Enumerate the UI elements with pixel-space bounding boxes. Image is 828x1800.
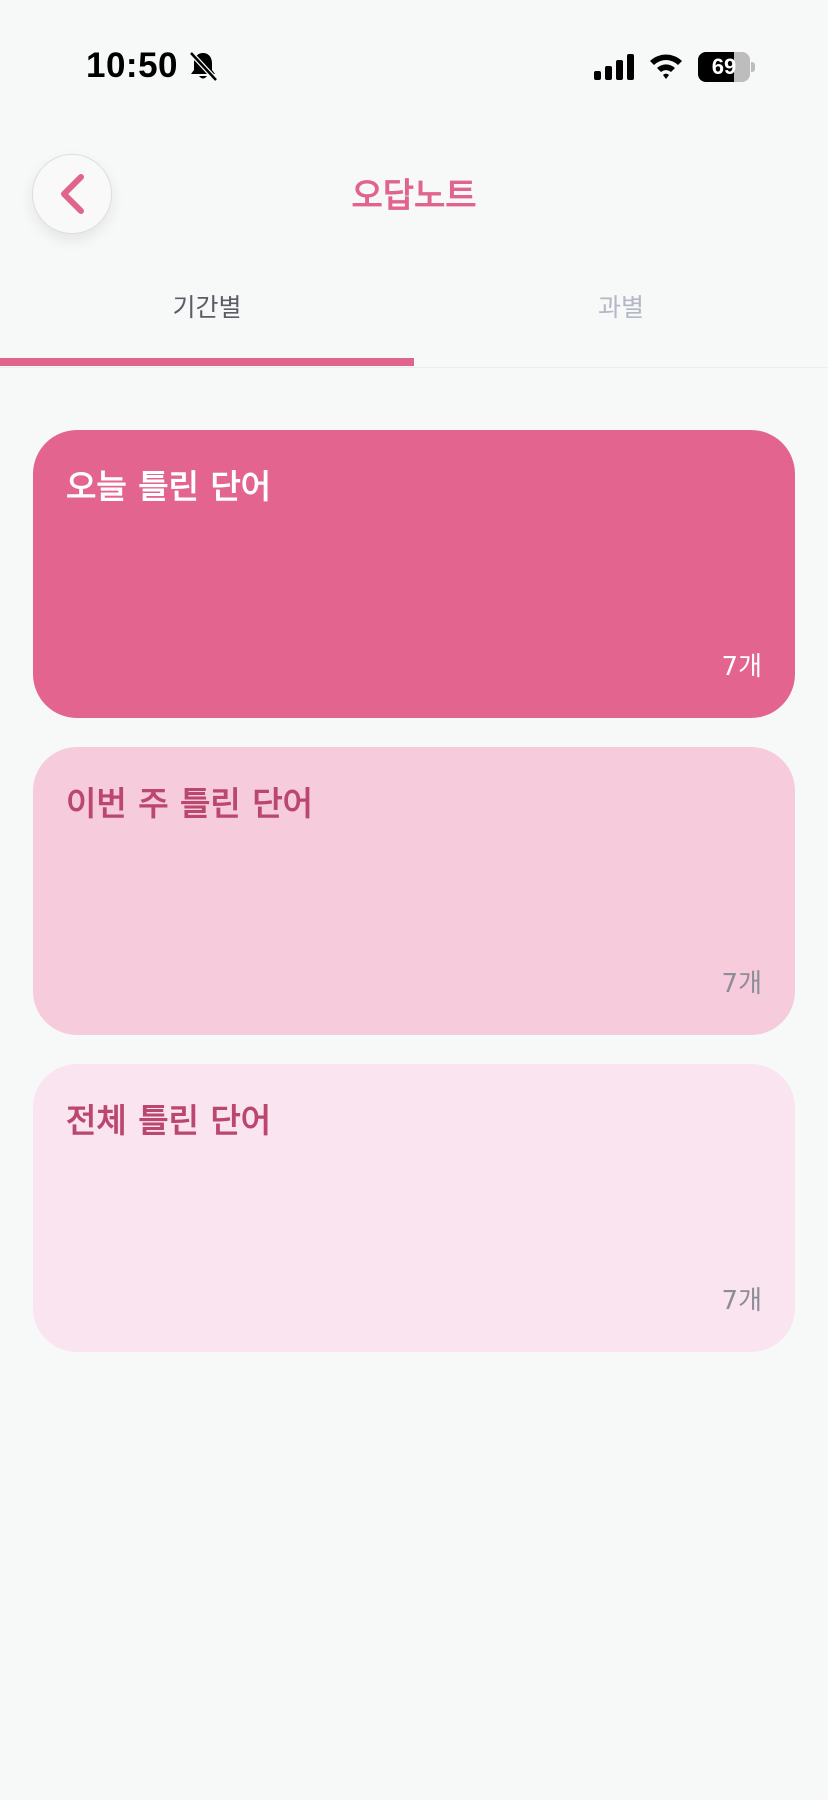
tab-period[interactable]: 기간별 <box>0 280 414 368</box>
card-title: 전체 틀린 단어 <box>66 1101 272 1140</box>
bell-slash-icon <box>189 51 218 82</box>
card-all-wrong-words[interactable]: 전체 틀린 단어 7개 <box>33 1064 795 1352</box>
wifi-icon <box>650 54 682 79</box>
tab-bar: 기간별 과별 <box>0 280 828 368</box>
page-title: 오답노트 <box>351 176 477 216</box>
tab-subject[interactable]: 과별 <box>414 280 828 368</box>
battery-nub <box>751 62 755 72</box>
status-bar: 10:50 69 <box>0 0 828 134</box>
card-today-wrong-words[interactable]: 오늘 틀린 단어 7개 <box>33 430 795 718</box>
card-count: 7개 <box>721 652 762 682</box>
card-title: 오늘 틀린 단어 <box>66 467 272 506</box>
battery-body: 69 <box>698 52 750 82</box>
battery-icon: 69 <box>698 52 756 82</box>
card-week-wrong-words[interactable]: 이번 주 틀린 단어 7개 <box>33 747 795 1035</box>
status-time: 10:50 <box>86 46 179 85</box>
card-count: 7개 <box>721 1286 762 1316</box>
card-count: 7개 <box>721 969 762 999</box>
tab-indicator <box>0 358 414 366</box>
battery-level: 69 <box>711 54 737 79</box>
screen: 10:50 69 오답노트 기간별 과별 오늘 틀린 단어 7개 이번 주 틀린… <box>0 0 828 1800</box>
card-title: 이번 주 틀린 단어 <box>66 784 313 823</box>
signal-icon <box>594 54 634 80</box>
